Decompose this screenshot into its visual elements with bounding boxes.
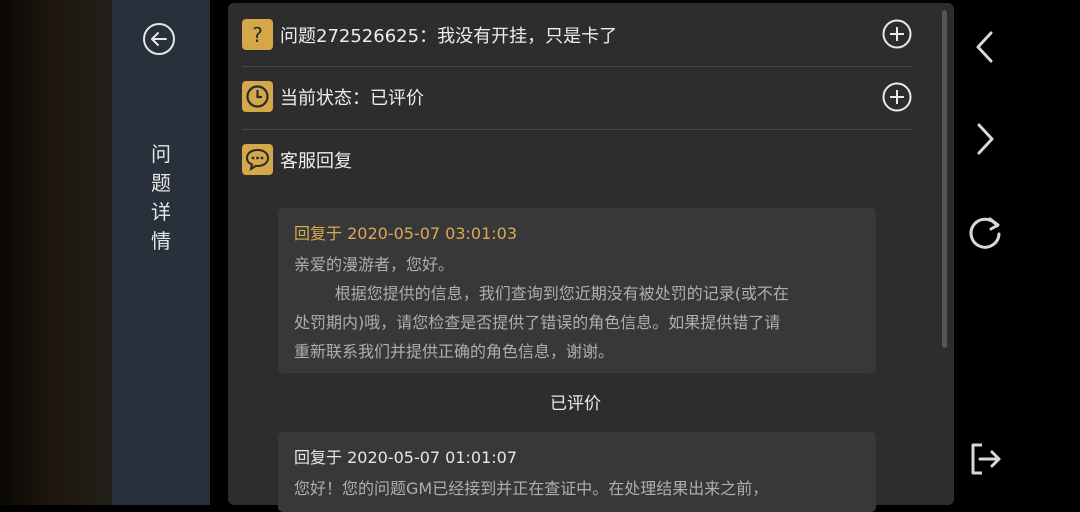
question-mark-icon: ? xyxy=(242,19,273,50)
reply-time: 回复于 2020-05-07 03:01:03 xyxy=(294,224,518,243)
background-scene xyxy=(0,0,112,505)
reply-line: 您好！您的问题GM已经接到并正在查证中。在处理结果出来之前， xyxy=(294,479,769,498)
reply-line: 重新联系我们并提供正确的角色信息，谢谢。 xyxy=(294,342,615,361)
exit-icon[interactable] xyxy=(966,440,1004,478)
reply-line: 亲爱的漫游者，您好。 xyxy=(294,255,455,274)
nav-bar xyxy=(954,0,1080,505)
plus-circle-icon[interactable] xyxy=(882,82,912,112)
question-title: 问题272526625：我没有开挂，只是卡了 xyxy=(280,26,618,47)
status-text: 当前状态：已评价 xyxy=(280,88,424,109)
chevron-left-icon[interactable] xyxy=(966,28,1004,66)
rated-label: 已评价 xyxy=(550,394,601,414)
chevron-right-icon[interactable] xyxy=(966,120,1004,158)
page-title-vertical: 问 题 详 情 xyxy=(150,140,172,256)
reply-line: 处罚期内)哦，请您检查是否提供了错误的角色信息。如果提供错了请 xyxy=(294,313,781,332)
chat-bubble-icon xyxy=(242,144,273,175)
reply-line: 根据您提供的信息，我们查询到您近期没有被处罚的记录(或不在 xyxy=(294,284,789,303)
svg-text:?: ? xyxy=(252,23,263,47)
reply-card: 回复于 2020-05-07 01:01:07 您好！您的问题GM已经接到并正在… xyxy=(278,432,876,512)
reply-section-header: 客服回复 xyxy=(242,130,912,190)
plus-circle-icon[interactable] xyxy=(882,19,912,49)
status-row: 当前状态：已评价 xyxy=(242,67,912,127)
page-title-char: 题 xyxy=(151,171,171,195)
reply-time: 回复于 2020-05-07 01:01:07 xyxy=(294,448,518,467)
clock-icon xyxy=(242,81,273,112)
page-title-char: 情 xyxy=(151,229,171,253)
back-button[interactable] xyxy=(143,23,175,55)
scrollbar[interactable] xyxy=(942,10,947,348)
reply-section-title: 客服回复 xyxy=(280,151,352,172)
circle-arrow-left-icon xyxy=(151,32,167,46)
page-title-char: 详 xyxy=(151,200,171,224)
refresh-icon[interactable] xyxy=(966,214,1004,252)
reply-card: 回复于 2020-05-07 03:01:03 亲爱的漫游者，您好。 根据您提供… xyxy=(278,208,876,373)
page-title-char: 问 xyxy=(151,142,171,166)
question-row: ? 问题272526625：我没有开挂，只是卡了 xyxy=(242,4,912,64)
